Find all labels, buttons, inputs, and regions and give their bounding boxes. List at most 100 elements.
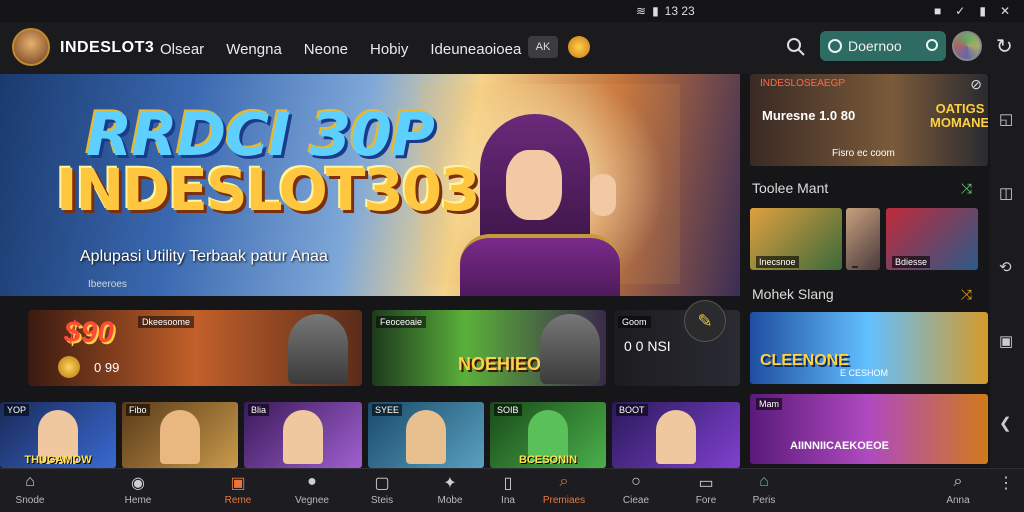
bottom-nav-item[interactable]: ▯ Ina (478, 473, 538, 506)
bottom-nav-item[interactable]: ▢ Steis (352, 473, 412, 506)
circle-icon (926, 39, 938, 51)
box-icon: ▢ (374, 475, 390, 492)
frame-icon[interactable]: ▣ (999, 332, 1013, 350)
section-title-2: Mohek Slang (752, 286, 834, 302)
hero-banner[interactable]: RRDCI 30P INDESLOT303 Aplupasi Utility T… (0, 74, 740, 296)
cup-icon: ▯ (503, 475, 513, 492)
language-chip[interactable]: AK (528, 36, 558, 58)
game-tile[interactable]: SYEE (368, 402, 484, 468)
download-label: Doernoo (848, 38, 902, 54)
promo-card-1[interactable]: $90 Dkeesoome 0 99 (28, 310, 362, 386)
tile-tag: Blia (248, 404, 270, 416)
home-icon: ⌂ (759, 473, 769, 490)
edit-fab-icon[interactable]: ✎ (684, 300, 726, 342)
tile-tag: SYEE (372, 404, 403, 416)
battery-icon: ▮ (979, 4, 986, 18)
nav-links: Olsear Wengna Neone Hobiy Ideuneaoioea (160, 41, 521, 58)
gem-icon[interactable] (568, 36, 590, 58)
nav-link-4[interactable]: Hobiy (370, 41, 408, 58)
game-tile[interactable]: SOIB BCESONIN (490, 402, 606, 468)
bottom-nav-item[interactable]: ▭ Fore (676, 473, 736, 506)
globe-icon: ◉ (131, 475, 145, 492)
promo-mini: 0 99 (94, 360, 120, 375)
bottom-nav-item[interactable]: ✦ Mobe (420, 473, 480, 506)
shuffle-icon[interactable]: ⤨ (961, 180, 972, 197)
tile-title: THUGAMOW (24, 454, 92, 466)
featured-left: Muresne 1.0 80 (762, 108, 856, 123)
side-column: INDESLOSEAEGP ⊘ Muresne 1.0 80 Fisro ec … (750, 74, 988, 468)
right-rail: ◱ ◫ ⟲ ▣ ❮ (990, 74, 1024, 468)
hero-caption: Ibeeroes (88, 279, 127, 290)
thumb-label (852, 266, 858, 268)
gift-icon: ✦ (443, 475, 457, 492)
bottom-nav-item[interactable]: ⋮ (976, 473, 1024, 495)
bottom-nav-item[interactable]: ⌂ Peris (734, 473, 794, 506)
camera-icon[interactable]: ◫ (999, 184, 1013, 202)
shuffle-icon[interactable]: ⤨ (961, 286, 972, 303)
document-icon: ▣ (230, 475, 246, 492)
game-tiles-row: YOP THUGAMOW Fibo Blia SYEE SOIB BCESONI… (0, 402, 740, 468)
promo-value: 0 0 NSI (624, 338, 671, 354)
nav-link-2[interactable]: Wengna (226, 41, 282, 58)
avatar[interactable] (952, 31, 982, 61)
status-time: 13 23 (664, 4, 695, 18)
promo-tag: Goom (618, 316, 651, 328)
status-bar: ≋ ▮ 13 23 ■ ✓ ▮ ✕ (0, 0, 1024, 22)
thumb-label: Inecsnoe (756, 256, 799, 268)
search-icon[interactable] (786, 37, 806, 57)
more-icon: ⋮ (998, 475, 1014, 492)
banner-tag: Mam (756, 398, 782, 410)
magnify-icon: ○ (631, 473, 641, 490)
brand-logo[interactable] (12, 28, 50, 66)
warrior-illustration (288, 314, 348, 384)
tile-tag: YOP (4, 404, 30, 416)
search-icon: ⌕ (559, 473, 569, 490)
back-icon[interactable]: ❮ (999, 414, 1012, 432)
thumb-card[interactable]: Bdiesse (886, 208, 978, 270)
nav-link-5[interactable]: Ideuneaoioea (430, 41, 521, 58)
chat-icon[interactable]: ◱ (999, 110, 1013, 128)
tile-tag: Fibo (126, 404, 150, 416)
bottom-nav-item[interactable]: ● Vegnee (282, 473, 342, 506)
brand-name[interactable]: INDESLOT3 (60, 39, 154, 57)
warrior-illustration (540, 314, 600, 384)
thumb-card[interactable] (846, 208, 880, 270)
bottom-nav-item[interactable]: ○ Cieae (606, 473, 666, 506)
promo-card-2[interactable]: Feoceoaie NOEHIEOS (372, 310, 606, 386)
thumb-label: Bdiesse (892, 256, 931, 268)
download-button[interactable]: Doernoo (820, 31, 946, 61)
check-icon: ✓ (955, 4, 966, 18)
thumb-card[interactable]: Inecsnoe (750, 208, 842, 270)
hero-title-line2: INDESLOT303 (56, 156, 480, 224)
refresh-icon[interactable]: ↻ (996, 34, 1013, 59)
game-tile[interactable]: Fibo (122, 402, 238, 468)
tile-title: BCESONIN (518, 454, 578, 466)
tv-icon: ▭ (698, 475, 714, 492)
banner-title: AIINNIICAEKOEOE (790, 440, 890, 452)
bottom-nav-item[interactable]: ◉ Heme (108, 473, 168, 506)
tile-tag: BOOT (616, 404, 648, 416)
game-banner[interactable]: CLEENONE E CESHOM (750, 312, 988, 384)
close-icon: ✕ (999, 4, 1010, 18)
featured-top: INDESLOSEAEGP (760, 78, 846, 89)
featured-right: OATIGS MOMANES (930, 101, 988, 130)
banner-title: CLEENONE (760, 352, 849, 369)
game-banner[interactable]: Mam AIINNIICAEKOEOE (750, 394, 988, 464)
promo-label: NOEHIEOS (458, 354, 554, 374)
tile-tag: SOIB (494, 404, 522, 416)
featured-card[interactable]: INDESLOSEAEGP ⊘ Muresne 1.0 80 Fisro ec … (750, 74, 988, 166)
rotate-icon[interactable]: ⟲ (999, 258, 1012, 276)
bottom-nav-item[interactable]: ⌕ Premiaes (534, 473, 594, 506)
game-tile[interactable]: YOP THUGAMOW (0, 402, 116, 468)
nav-link-3[interactable]: Neone (304, 41, 348, 58)
bottom-nav-item[interactable]: ⌂ Snode (0, 473, 60, 506)
game-tile[interactable]: Blia (244, 402, 362, 468)
promo-row: $90 Dkeesoome 0 99 Feoceoaie NOEHIEOS Go… (0, 310, 740, 390)
close-icon[interactable]: ⊘ (970, 76, 982, 93)
game-tile[interactable]: BOOT (612, 402, 740, 468)
promo-tag: Feoceoaie (376, 316, 427, 328)
featured-bottom: Fisro ec coom (832, 148, 895, 159)
search-circle-icon (828, 39, 842, 53)
nav-link-1[interactable]: Olsear (160, 41, 204, 58)
bottom-nav-item[interactable]: ▣ Reme (208, 473, 268, 506)
